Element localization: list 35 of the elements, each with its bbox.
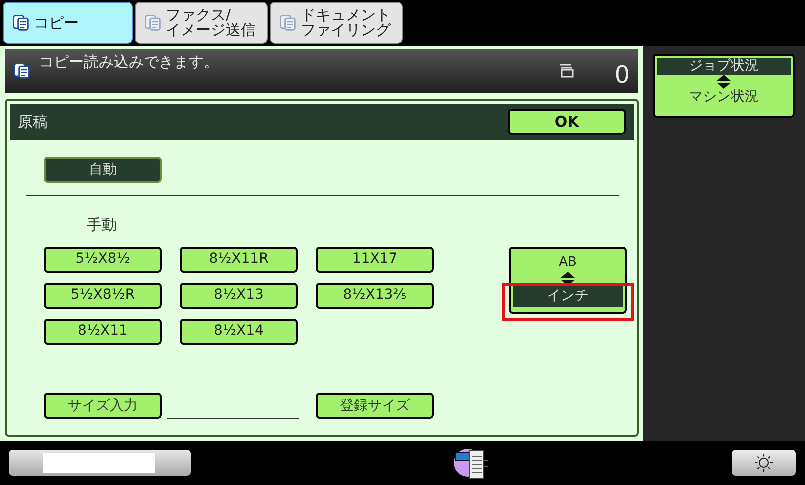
paper-size-button[interactable]: 8½X11R: [180, 246, 298, 272]
unit-toggle[interactable]: AB インチ: [509, 246, 627, 314]
mode-tab[interactable]: ドキュメント ファイリング: [270, 2, 403, 44]
auto-button[interactable]: 自動: [44, 157, 162, 183]
paper-size-button[interactable]: 8½X14: [180, 318, 298, 344]
swap-arrows-icon: [561, 272, 575, 286]
status-message: コピー読み込みできます。: [39, 52, 220, 73]
document-icon: [144, 14, 162, 32]
dialog-title: 原稿: [18, 112, 48, 133]
mode-tab[interactable]: ファクス/ イメージ送信: [135, 2, 268, 44]
paper-size-button[interactable]: 8½X11: [44, 318, 162, 344]
size-input-button[interactable]: サイズ入力: [44, 393, 162, 419]
brightness-button[interactable]: [732, 450, 796, 476]
paper-size-button[interactable]: 8½X13⅖: [316, 282, 434, 308]
manual-label: 手動: [87, 215, 117, 236]
paper-size-button[interactable]: 5½X8½R: [44, 282, 162, 308]
sun-icon: [755, 454, 773, 472]
ok-button[interactable]: OK: [508, 109, 626, 135]
registered-size-button[interactable]: 登録サイズ: [316, 393, 434, 419]
mode-tab[interactable]: コピー: [3, 2, 133, 44]
document-icon: [279, 14, 297, 32]
status-option[interactable]: マシン状況: [657, 89, 791, 106]
unit-option[interactable]: AB: [555, 252, 581, 272]
swap-arrows-icon: [717, 75, 731, 89]
paper-size-button[interactable]: 5½X8½: [44, 246, 162, 272]
copy-icon: [13, 62, 31, 80]
copy-count: 0: [614, 60, 630, 91]
status-option[interactable]: ジョブ状況: [657, 58, 791, 75]
copies-icon: [558, 64, 575, 78]
unit-option[interactable]: インチ: [513, 286, 623, 307]
document-icon: [12, 14, 30, 32]
status-toggle[interactable]: ジョブ状況 マシン状況: [653, 54, 795, 118]
slider-bar[interactable]: [9, 450, 191, 476]
paper-size-button[interactable]: 11X17: [316, 246, 434, 272]
paper-size-button[interactable]: 8½X13: [180, 282, 298, 308]
